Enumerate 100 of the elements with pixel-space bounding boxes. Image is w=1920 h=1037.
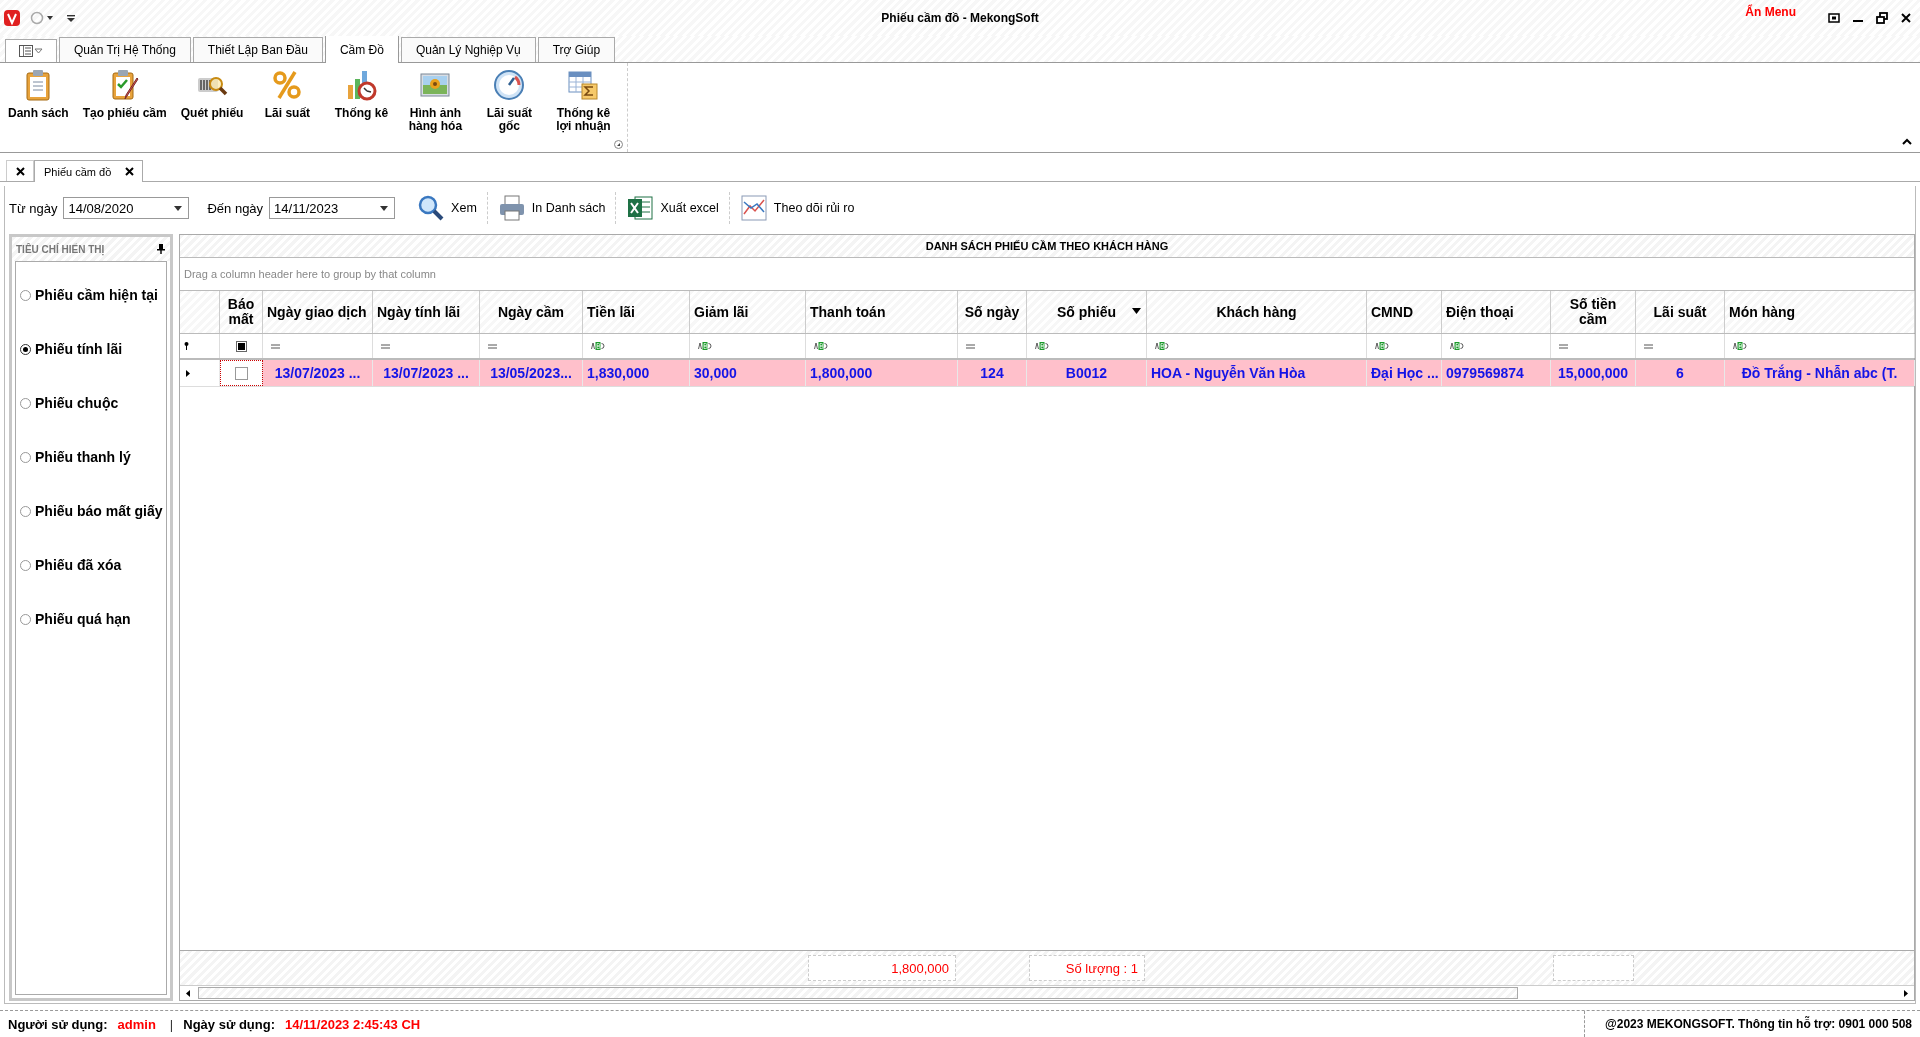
text-filter-icon[interactable] [1450,342,1464,350]
ribbon-button[interactable]: Thống kê [325,67,398,120]
table-cell: Đại Học ... [1371,365,1439,381]
horizontal-scrollbar[interactable] [180,985,1914,1000]
app-menu-button[interactable] [5,39,57,62]
filter-pin-icon[interactable] [184,342,189,350]
column-header[interactable]: Số phiếu [1027,291,1147,333]
user-label: Người sử dụng: [8,1016,108,1032]
column-header[interactable]: Giảm lãi [690,291,806,333]
print-list-button[interactable]: In Danh sách [493,194,610,222]
line-chart-icon [739,194,768,222]
ribbon-tab[interactable]: Quản Trị Hệ Thống [59,37,191,62]
circle-dropdown-icon[interactable] [30,11,56,25]
text-filter-icon[interactable] [1733,342,1747,350]
session-date: 14/11/2023 2:45:43 CH [285,1016,421,1032]
ribbon-button[interactable]: Hình ảnh hàng hóa [399,67,472,133]
radio-button[interactable] [20,397,31,409]
ribbon-button[interactable]: Thống kê lợi nhuận [547,67,620,133]
text-filter-icon[interactable] [698,342,712,350]
column-header[interactable]: Số ngày [958,291,1027,333]
user-name: admin [117,1016,156,1032]
radio-option[interactable]: Phiếu thanh lý [16,430,166,484]
column-header[interactable]: Ngày cầm [480,291,583,333]
scroll-left-icon[interactable] [186,989,190,997]
table-cell: 1,800,000 [810,365,873,381]
summary-field: 1,800,000 [808,955,956,981]
column-header[interactable]: Ngày giao dịch [263,291,373,333]
ribbon-button[interactable]: Tạo phiếu cầm [76,67,173,120]
radio-option[interactable]: Phiếu báo mất giấy [16,484,166,538]
export-excel-button[interactable]: Xuất excel [622,194,723,222]
close-icon [15,166,25,176]
caret-icon [380,205,389,211]
document-tab-label: Phiếu cầm đồ [44,165,112,178]
checkbox[interactable] [234,366,248,380]
radio-option[interactable]: Phiếu chuộc [16,376,166,430]
ribbon-button[interactable]: Quét phiếu [174,67,250,120]
pin-icon[interactable] [157,244,165,254]
radio-option[interactable]: Phiếu tính lãi [16,322,166,376]
radio-option[interactable]: Phiếu quá hạn [16,592,166,646]
radio-button[interactable] [20,289,31,301]
radio-button[interactable] [20,559,31,571]
view-button[interactable]: Xem [413,194,481,222]
ribbon-button[interactable]: Danh sách [2,67,75,120]
close-icon[interactable] [125,167,135,176]
column-header[interactable]: Món hàng [1725,291,1915,333]
document-tab[interactable]: Phiếu cầm đồ [34,160,144,182]
quick-access-dropdown-icon[interactable] [66,13,76,23]
risk-tracking-button[interactable]: Theo dõi rủi ro [735,194,859,222]
table-row[interactable]: 13/07/2023 ... 13/07/2023 ... 13/05/2023... 1,830,000 30,000 1,800,000 124 B0012 HOA - Nguyễn Văn Hòa Đại Học ... 0979569874 15,000,000 6 Đồ Trắng - Nhẫn abc (T. [180,360,1914,387]
text-filter-icon[interactable] [1375,342,1389,350]
row-indicator-header [180,291,220,333]
table-cell: 0979569874 [1446,365,1524,381]
radio-button[interactable] [20,343,31,355]
ribbon-button[interactable]: Lãi suất gốc [473,67,546,133]
column-header[interactable]: Ngày tính lãi [373,291,480,333]
ribbon-tab[interactable]: Quản Lý Nghiệp Vụ [400,37,536,62]
hide-menu-link[interactable]: Ẩn Menu [1745,5,1796,19]
column-header[interactable]: Lãi suất [1636,291,1725,333]
column-header[interactable]: Tiền lãi [583,291,690,333]
panel-icon [19,45,43,57]
close-icon[interactable] [1900,12,1912,24]
restore-icon[interactable] [1876,12,1888,24]
printer-icon [497,194,526,222]
text-filter-icon[interactable] [1035,342,1049,350]
dialog-launcher-icon[interactable] [614,140,624,149]
fullscreen-icon[interactable] [1828,12,1840,24]
table-cell: HOA - Nguyễn Văn Hòa [1151,365,1306,381]
table-cell: Đồ Trắng - Nhẫn abc (T. [1741,365,1898,381]
radio-option[interactable]: Phiếu đã xóa [16,538,166,592]
caret-icon[interactable] [1132,308,1141,314]
percent-icon [271,69,304,101]
column-header[interactable]: Báo mất [220,291,263,333]
ribbon-tab[interactable]: Thiết Lập Ban Đầu [192,37,323,62]
table-sum-icon [567,69,600,101]
spreadsheet-icon [626,194,655,222]
current-row-icon [186,369,190,377]
text-filter-icon[interactable] [591,342,605,350]
from-date-field[interactable]: 14/08/2020 [63,197,190,219]
column-header[interactable]: Số tiền cầm [1551,291,1636,333]
date-label: Ngày sử dụng: [183,1016,275,1032]
to-date-field[interactable]: 14/11/2023 [269,197,396,219]
radio-button[interactable] [20,613,31,625]
table-cell: 13/05/2023... [490,365,572,381]
column-header[interactable]: Khách hàng [1147,291,1367,333]
ribbon-tab[interactable]: Trợ Giúp [537,37,616,62]
table-cell: 30,000 [694,365,737,381]
column-header[interactable]: Thanh toán [806,291,958,333]
scroll-right-icon[interactable] [1904,989,1908,997]
table-cell: 6 [1676,365,1684,381]
filter-checkbox[interactable] [235,340,247,352]
column-header[interactable]: CMND [1367,291,1442,333]
radio-button[interactable] [20,505,31,517]
radio-button[interactable] [20,451,31,463]
radio-option[interactable]: Phiếu cầm hiện tại [16,268,166,322]
text-filter-icon[interactable] [814,342,828,350]
collapse-ribbon-icon[interactable] [1902,138,1912,146]
ribbon-button[interactable]: Lãi suất [251,67,324,120]
ribbon-tab[interactable]: Cầm Đồ [324,35,399,63]
text-filter-icon[interactable] [1155,342,1169,350]
column-header[interactable]: Điện thoại [1442,291,1551,333]
